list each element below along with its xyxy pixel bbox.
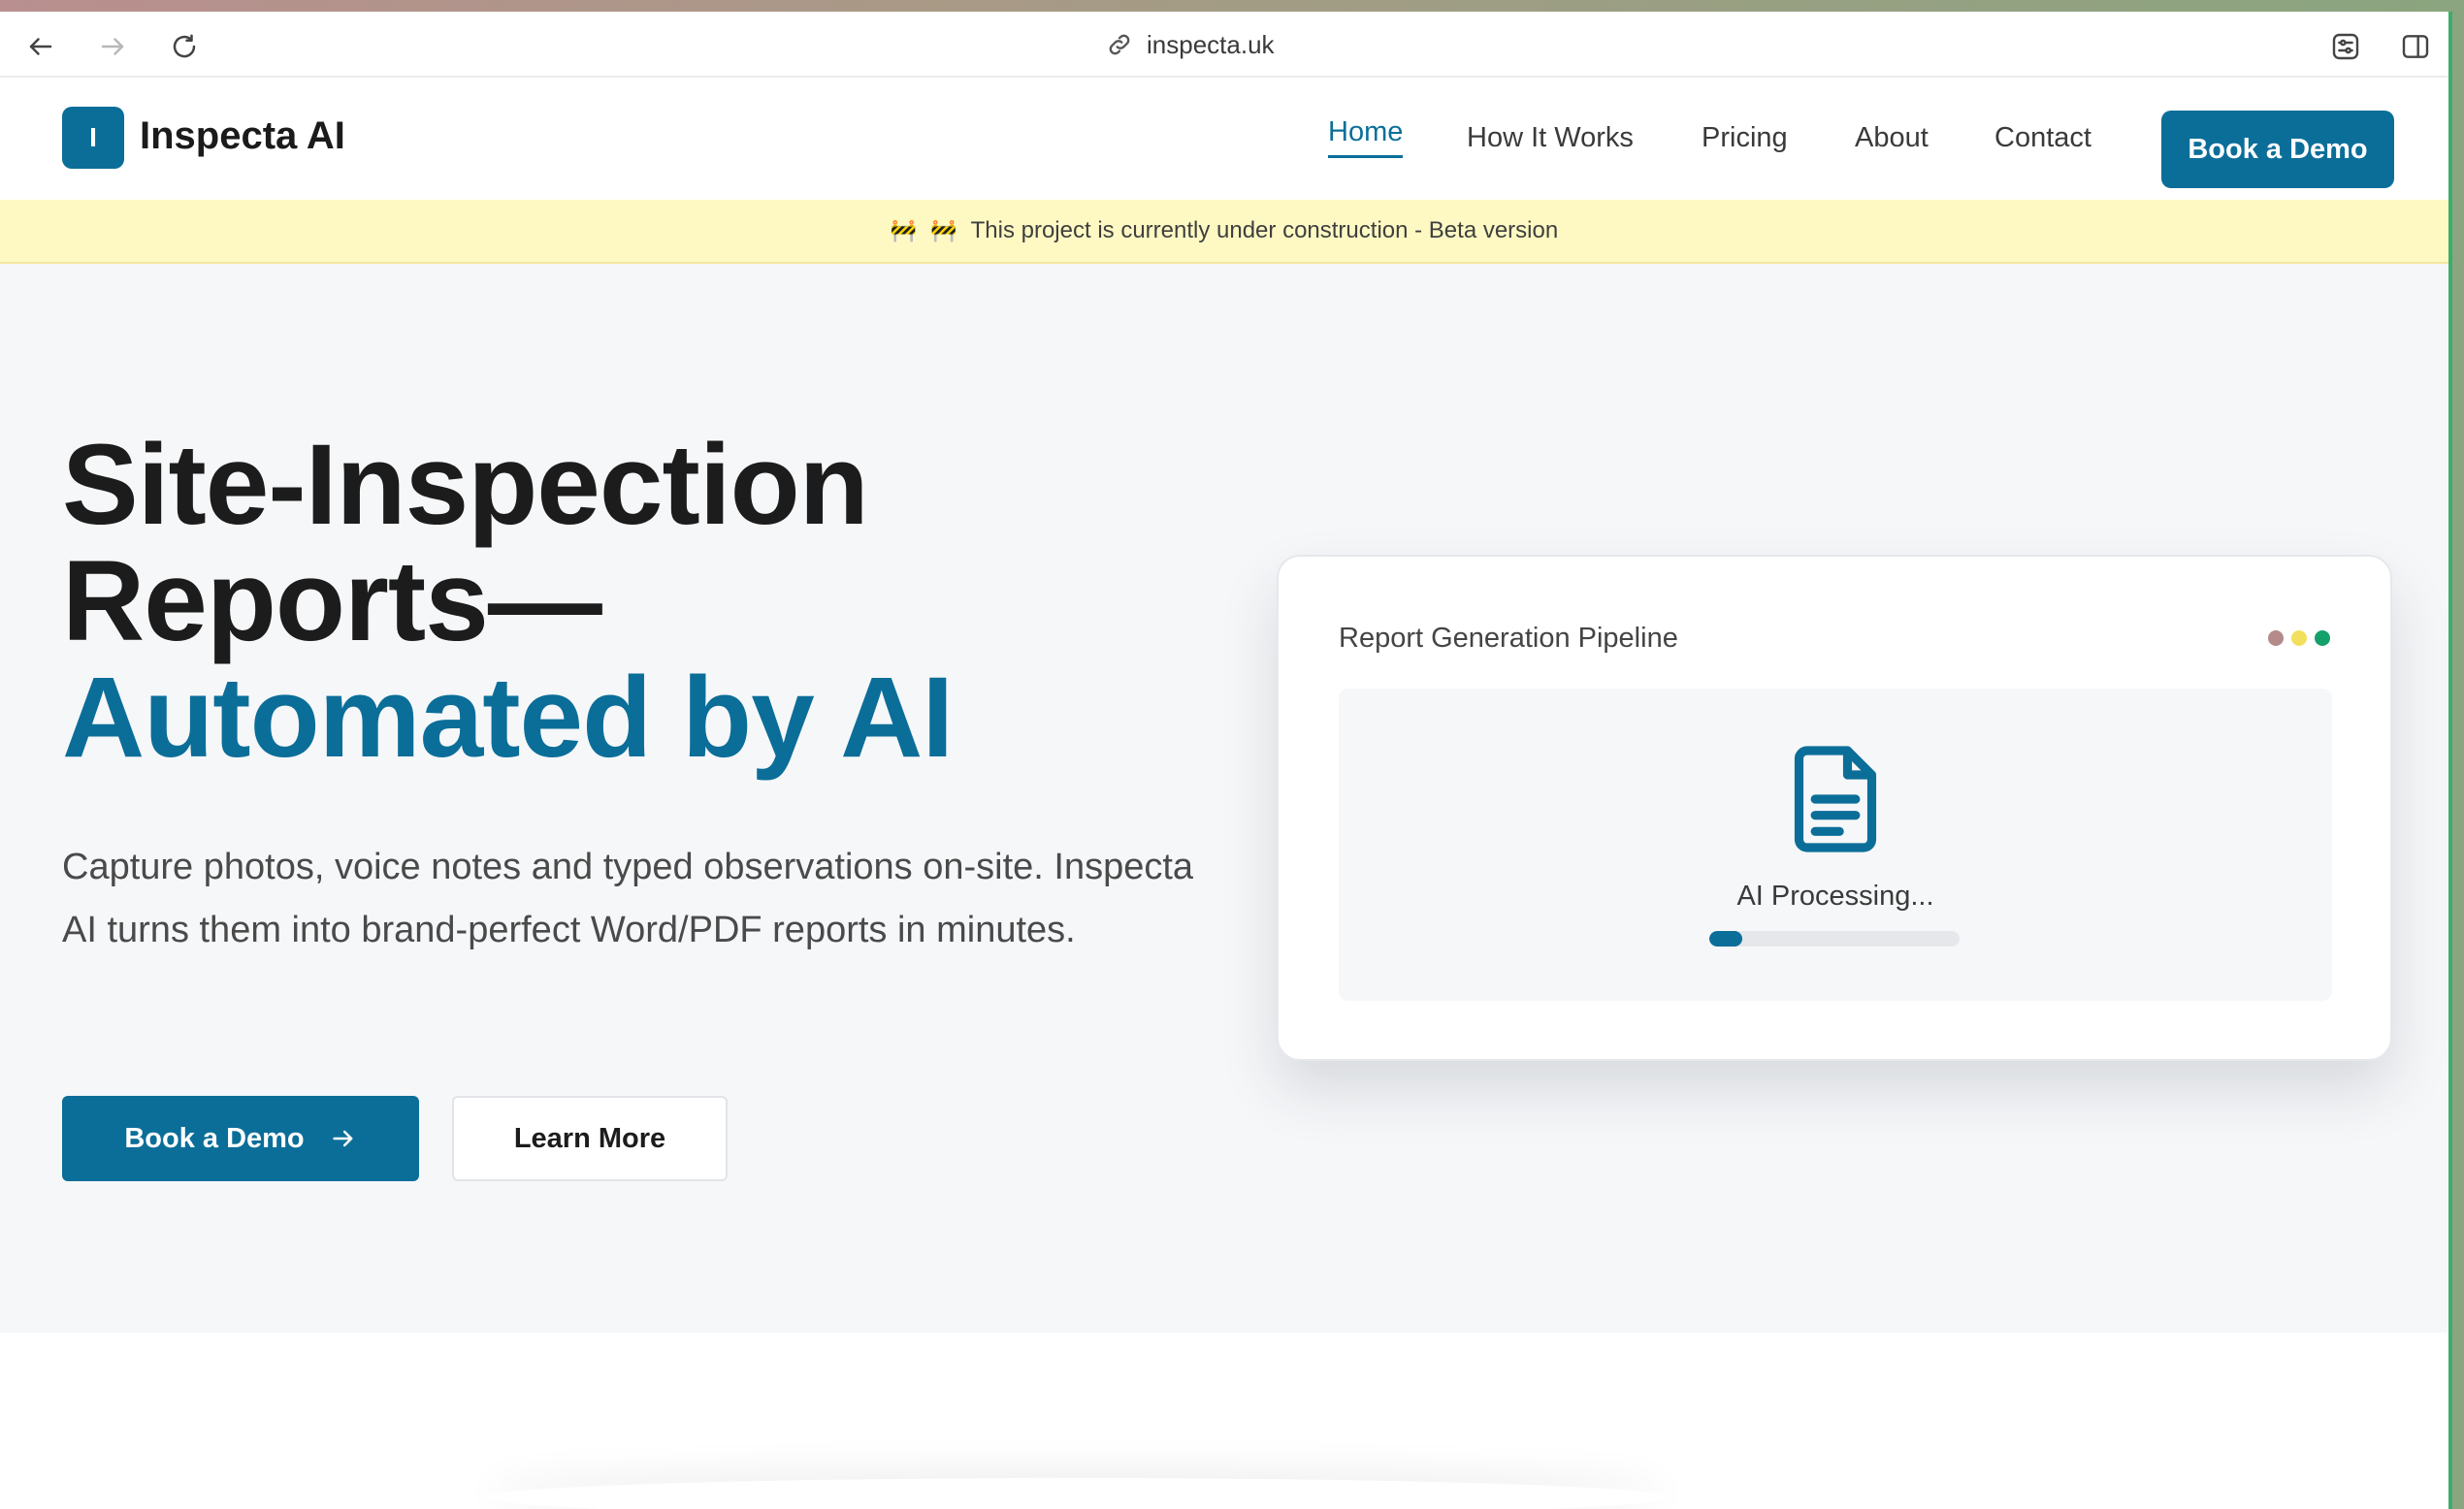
header-book-demo-button[interactable]: Book a Demo xyxy=(2161,111,2394,188)
logo-mark[interactable]: I xyxy=(62,107,124,169)
nav-how-it-works[interactable]: How It Works xyxy=(1467,122,1634,154)
status-dot-3 xyxy=(2315,630,2330,646)
next-section xyxy=(0,1332,2448,1509)
hero-section: Site-Inspection Reports— Automated by AI… xyxy=(0,264,2448,1332)
reload-icon xyxy=(173,34,196,58)
hero-book-demo-button[interactable]: Book a Demo xyxy=(62,1096,419,1181)
construction-icon: 🚧 xyxy=(890,218,918,242)
sidebar-icon xyxy=(2402,35,2429,58)
sidebar-toggle-button[interactable] xyxy=(2396,27,2435,66)
processing-status: AI Processing... xyxy=(1736,881,1934,912)
status-dots xyxy=(2268,630,2330,646)
pipeline-panel: AI Processing... xyxy=(1339,689,2332,1001)
hero-subtitle: Capture photos, voice notes and typed ob… xyxy=(62,847,1194,950)
construction-banner: 🚧 🚧 This project is currently under cons… xyxy=(0,200,2448,264)
nav-home[interactable]: Home xyxy=(1328,116,1404,158)
progress-bar xyxy=(1709,931,1960,947)
nav-contact[interactable]: Contact xyxy=(1994,122,2091,154)
pipeline-card: Report Generation Pipeline AI Processing… xyxy=(1277,555,2392,1061)
banner-text: This project is currently under construc… xyxy=(970,217,1559,243)
arrow-right-icon xyxy=(101,38,124,55)
link-icon xyxy=(1109,34,1130,55)
status-dot-2 xyxy=(2291,630,2307,646)
address-bar[interactable]: inspecta.uk xyxy=(1106,25,1275,64)
arrow-left-icon xyxy=(29,38,52,55)
learn-more-button[interactable]: Learn More xyxy=(452,1096,728,1181)
document-icon xyxy=(1794,746,1877,852)
site-header: I Inspecta AI Home How It Works Pricing … xyxy=(0,78,2448,200)
arrow-right-icon xyxy=(333,1130,353,1147)
hero-title: Site-Inspection Reports— Automated by AI xyxy=(62,427,1226,776)
nav-pricing[interactable]: Pricing xyxy=(1702,122,1788,154)
progress-fill xyxy=(1709,931,1742,947)
tune-button[interactable] xyxy=(2326,27,2365,66)
hero-title-line2: Reports— xyxy=(62,537,602,665)
url-text: inspecta.uk xyxy=(1147,29,1275,59)
reload-button[interactable] xyxy=(167,29,202,64)
section-shadow xyxy=(485,1478,1669,1509)
status-dot-1 xyxy=(2268,630,2284,646)
back-button[interactable] xyxy=(23,29,58,64)
hero-title-accent: Automated by AI xyxy=(62,654,954,782)
sliders-icon xyxy=(2332,33,2359,60)
browser-toolbar: inspecta.uk xyxy=(0,12,2448,78)
forward-button[interactable] xyxy=(95,29,130,64)
nav-about[interactable]: About xyxy=(1855,122,1929,154)
hero-title-line1: Site-Inspection xyxy=(62,421,869,549)
pipeline-card-title: Report Generation Pipeline xyxy=(1339,623,1678,654)
barrier-icon: 🚧 xyxy=(930,218,957,242)
hero-book-demo-label: Book a Demo xyxy=(124,1122,305,1154)
brand-name[interactable]: Inspecta AI xyxy=(140,114,345,158)
browser-window: inspecta.uk I Inspecta AI Home How It Wo… xyxy=(0,12,2452,1509)
